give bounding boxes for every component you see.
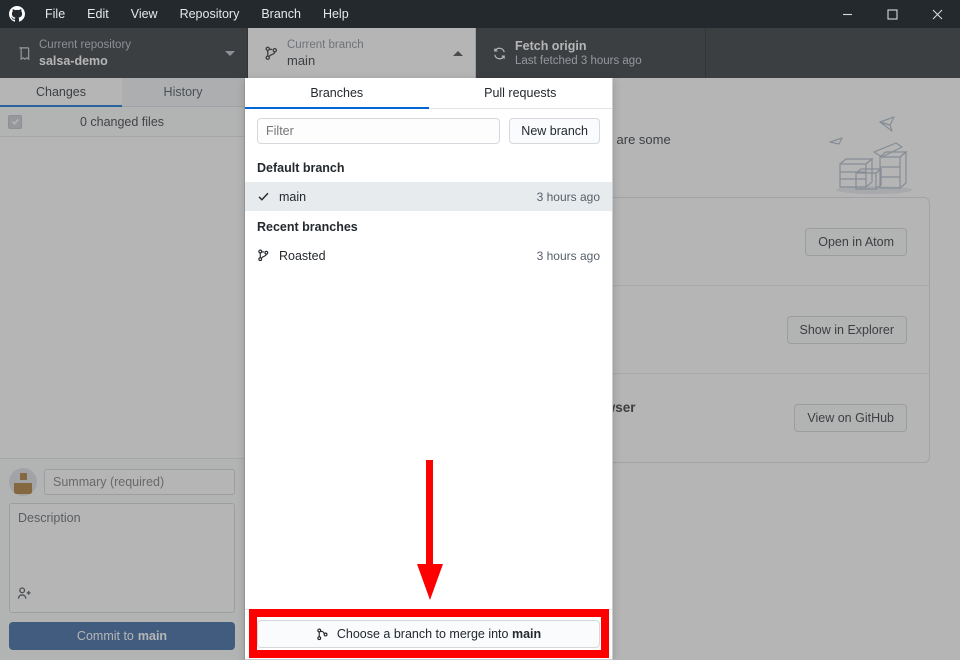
menu-item-help[interactable]: Help [312, 0, 360, 28]
menu-item-file[interactable]: File [34, 0, 76, 28]
checkmark-icon [257, 190, 279, 203]
tab-branches[interactable]: Branches [245, 78, 429, 109]
annotation-highlight-box [249, 609, 609, 658]
branch-time: 3 hours ago [536, 248, 600, 263]
menu-bar: File Edit View Repository Branch Help [34, 0, 360, 28]
menu-item-repository[interactable]: Repository [169, 0, 251, 28]
window-controls [825, 0, 960, 28]
github-desktop-window: File Edit View Repository Branch Help Cu… [0, 0, 960, 660]
dropdown-filter-row: New branch [245, 109, 612, 152]
branch-filter-input[interactable] [257, 118, 501, 144]
new-branch-button[interactable]: New branch [509, 118, 600, 144]
git-branch-icon [257, 249, 279, 262]
menu-item-view[interactable]: View [120, 0, 169, 28]
branch-row-roasted[interactable]: Roasted 3 hours ago [245, 241, 612, 270]
github-mark-icon [0, 6, 34, 22]
branch-row-main[interactable]: main 3 hours ago [245, 182, 612, 211]
annotation-arrow [417, 460, 443, 600]
menu-item-edit[interactable]: Edit [76, 0, 120, 28]
branch-time: 3 hours ago [536, 189, 600, 204]
close-icon[interactable] [915, 0, 960, 28]
maximize-icon[interactable] [870, 0, 915, 28]
tab-pull-requests[interactable]: Pull requests [429, 78, 613, 108]
title-bar: File Edit View Repository Branch Help [0, 0, 960, 28]
dropdown-tabs: Branches Pull requests [245, 78, 612, 109]
group-default-branch: Default branch [257, 161, 345, 175]
branch-name: main [279, 189, 307, 204]
branch-name: Roasted [279, 248, 326, 263]
minimize-icon[interactable] [825, 0, 870, 28]
group-recent-branches: Recent branches [257, 220, 358, 234]
menu-item-branch[interactable]: Branch [250, 0, 312, 28]
